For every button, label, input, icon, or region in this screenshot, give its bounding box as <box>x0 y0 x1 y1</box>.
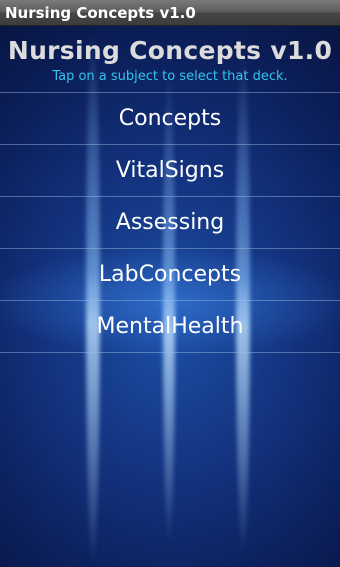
app-screen: Nursing Concepts v1.0 Nursing Concepts v… <box>0 0 340 567</box>
main-content: Nursing Concepts v1.0 Tap on a subject t… <box>0 26 340 567</box>
window-title-bar: Nursing Concepts v1.0 <box>0 0 340 26</box>
instruction-text: Tap on a subject to select that deck. <box>52 69 288 84</box>
page-title: Nursing Concepts v1.0 <box>7 36 333 65</box>
deck-item-lab-concepts[interactable]: LabConcepts <box>0 249 340 301</box>
deck-item-concepts[interactable]: Concepts <box>0 93 340 145</box>
deck-item-mental-health[interactable]: MentalHealth <box>0 301 340 353</box>
deck-item-vital-signs[interactable]: VitalSigns <box>0 145 340 197</box>
deck-item-assessing[interactable]: Assessing <box>0 197 340 249</box>
deck-list: Concepts VitalSigns Assessing LabConcept… <box>0 92 340 353</box>
